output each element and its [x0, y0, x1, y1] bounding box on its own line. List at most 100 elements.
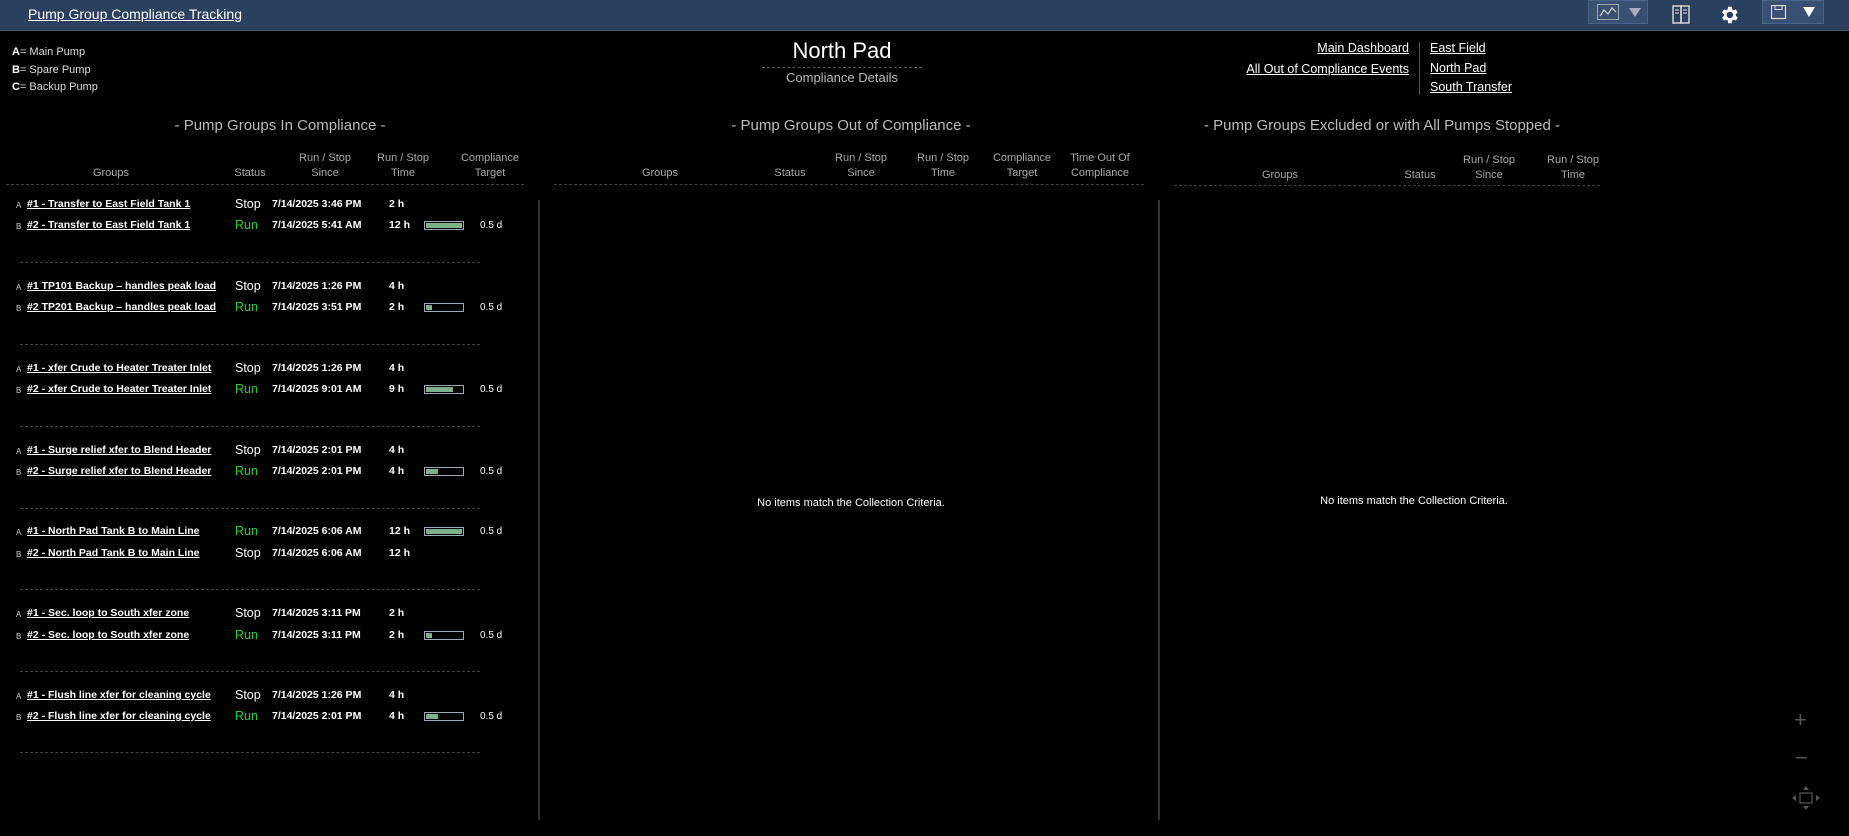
book-icon[interactable] — [1672, 5, 1692, 25]
pump-name-link[interactable]: #1 - xfer Crude to Heater Treater Inlet — [27, 362, 211, 374]
group-divider — [20, 671, 480, 672]
compliance-progress-bar — [424, 712, 464, 721]
trend-dropdown-button[interactable] — [1588, 0, 1648, 24]
panel-divider — [538, 200, 540, 820]
run-stop-since: 7/14/2025 2:01 PM — [272, 710, 362, 722]
empty-message: No items match the Collection Criteria. — [1320, 495, 1508, 507]
col-header-time-out: Time Out Of Compliance — [1070, 152, 1130, 179]
pump-letter: A — [16, 610, 22, 619]
pump-name-link[interactable]: #1 - Surge relief xfer to Blend Header — [27, 444, 211, 456]
run-stop-since: 7/14/2025 3:11 PM — [272, 607, 361, 619]
status-text: Stop — [235, 361, 261, 375]
progress-fill — [426, 387, 453, 392]
run-stop-time: 12 h — [389, 219, 411, 231]
col-header-time: Run / Stop Time — [377, 152, 429, 179]
pump-letter: B — [16, 386, 22, 395]
col-header-since: Run / Stop Since — [299, 152, 351, 179]
east-field-link[interactable]: East Field — [1430, 41, 1486, 55]
run-stop-time: 4 h — [389, 465, 405, 477]
compliance-target: 0.5 d — [480, 711, 503, 722]
run-stop-time: 12 h — [389, 547, 411, 559]
compliance-target: 0.5 d — [480, 466, 503, 477]
run-stop-since: 7/14/2025 1:26 PM — [272, 689, 362, 701]
pump-name-link[interactable]: #2 - Flush line xfer for cleaning cycle — [27, 710, 211, 722]
panel-divider — [1158, 200, 1160, 820]
group-divider — [20, 508, 480, 509]
all-out-of-compliance-link[interactable]: All Out of Compliance Events — [1246, 62, 1409, 76]
main-dashboard-link[interactable]: Main Dashboard — [1317, 41, 1409, 55]
pump-letter: B — [16, 713, 22, 722]
col-header-status: Status — [1404, 169, 1436, 181]
nav-divider — [1419, 42, 1420, 95]
status-text: Stop — [235, 546, 261, 560]
col-header-since: Run / Stop Since — [1463, 154, 1515, 181]
status-text: Run — [235, 709, 258, 723]
page-title: North Pad — [792, 38, 892, 63]
run-stop-since: 7/14/2025 3:51 PM — [272, 301, 362, 313]
col-header-time: Run / Stop Time — [1547, 154, 1599, 181]
zoom-out-icon[interactable]: − — [1795, 745, 1808, 771]
run-stop-time: 4 h — [389, 362, 405, 374]
col-header-since: Run / Stop Since — [835, 152, 887, 179]
fit-screen-icon[interactable] — [1792, 786, 1820, 810]
zoom-in-icon[interactable]: + — [1794, 707, 1807, 733]
chevron-down-icon — [1803, 7, 1815, 17]
status-text: Run — [235, 300, 258, 314]
legend-item: C= Backup Pump — [12, 81, 98, 93]
run-stop-time: 4 h — [389, 710, 405, 722]
north-pad-link[interactable]: North Pad — [1430, 61, 1486, 75]
run-stop-since: 7/14/2025 6:06 AM — [272, 547, 362, 559]
run-stop-since: 7/14/2025 1:26 PM — [272, 362, 362, 374]
pump-name-link[interactable]: #1 - Flush line xfer for cleaning cycle — [27, 689, 211, 701]
col-header-groups: Groups — [92, 167, 130, 179]
pump-name-link[interactable]: #2 TP201 Backup – handles peak load — [27, 301, 216, 313]
col-header-target: Compliance Target — [460, 152, 520, 179]
pump-legend: A= Main Pump B= Spare Pump C= Backup Pum… — [12, 44, 98, 97]
pump-name-link[interactable]: #2 - Surge relief xfer to Blend Header — [27, 465, 211, 477]
pump-name-link[interactable]: #2 - North Pad Tank B to Main Line — [27, 547, 200, 559]
chevron-down-icon — [1629, 8, 1641, 17]
col-header-groups: Groups — [1261, 169, 1299, 181]
pump-name-link[interactable]: #2 - Transfer to East Field Tank 1 — [27, 219, 190, 231]
compliance-target: 0.5 d — [480, 220, 503, 231]
run-stop-time: 4 h — [389, 444, 405, 456]
compliance-target: 0.5 d — [480, 630, 503, 641]
save-icon — [1771, 5, 1787, 20]
header-divider — [6, 184, 524, 185]
group-divider — [20, 344, 480, 345]
run-stop-time: 2 h — [389, 629, 405, 641]
out-of-compliance-title: - Pump Groups Out of Compliance - — [731, 117, 971, 134]
pump-letter: A — [16, 201, 22, 210]
run-stop-time: 4 h — [389, 689, 405, 701]
status-text: Run — [235, 628, 258, 642]
pump-name-link[interactable]: #1 - Transfer to East Field Tank 1 — [27, 198, 190, 210]
compliance-progress-bar — [424, 631, 464, 640]
run-stop-time: 2 h — [389, 607, 405, 619]
progress-fill — [426, 529, 462, 534]
app-title[interactable]: Pump Group Compliance Tracking — [28, 6, 242, 22]
pump-letter: A — [16, 283, 22, 292]
save-dropdown-button[interactable] — [1762, 0, 1824, 24]
trend-icon — [1597, 4, 1619, 20]
pump-name-link[interactable]: #2 - xfer Crude to Heater Treater Inlet — [27, 383, 211, 395]
pump-name-link[interactable]: #1 TP101 Backup – handles peak load — [27, 280, 216, 292]
status-text: Run — [235, 382, 258, 396]
progress-fill — [426, 469, 438, 474]
col-header-groups: Groups — [641, 167, 679, 179]
status-text: Run — [235, 218, 258, 232]
pump-letter: A — [16, 447, 22, 456]
col-header-time: Run / Stop Time — [917, 152, 969, 179]
run-stop-since: 7/14/2025 1:26 PM — [272, 280, 362, 292]
gear-icon[interactable] — [1718, 4, 1740, 26]
pump-name-link[interactable]: #2 - Sec. loop to South xfer zone — [27, 629, 189, 641]
header-divider — [554, 184, 1144, 185]
run-stop-since: 7/14/2025 5:41 AM — [272, 219, 362, 231]
pump-name-link[interactable]: #1 - North Pad Tank B to Main Line — [27, 525, 200, 537]
status-text: Stop — [235, 197, 261, 211]
south-transfer-link[interactable]: South Transfer — [1430, 80, 1512, 94]
col-header-target: Compliance Target — [992, 152, 1052, 179]
pump-name-link[interactable]: #1 - Sec. loop to South xfer zone — [27, 607, 189, 619]
pump-letter: B — [16, 550, 22, 559]
run-stop-time: 9 h — [389, 383, 405, 395]
compliance-target: 0.5 d — [480, 526, 503, 537]
